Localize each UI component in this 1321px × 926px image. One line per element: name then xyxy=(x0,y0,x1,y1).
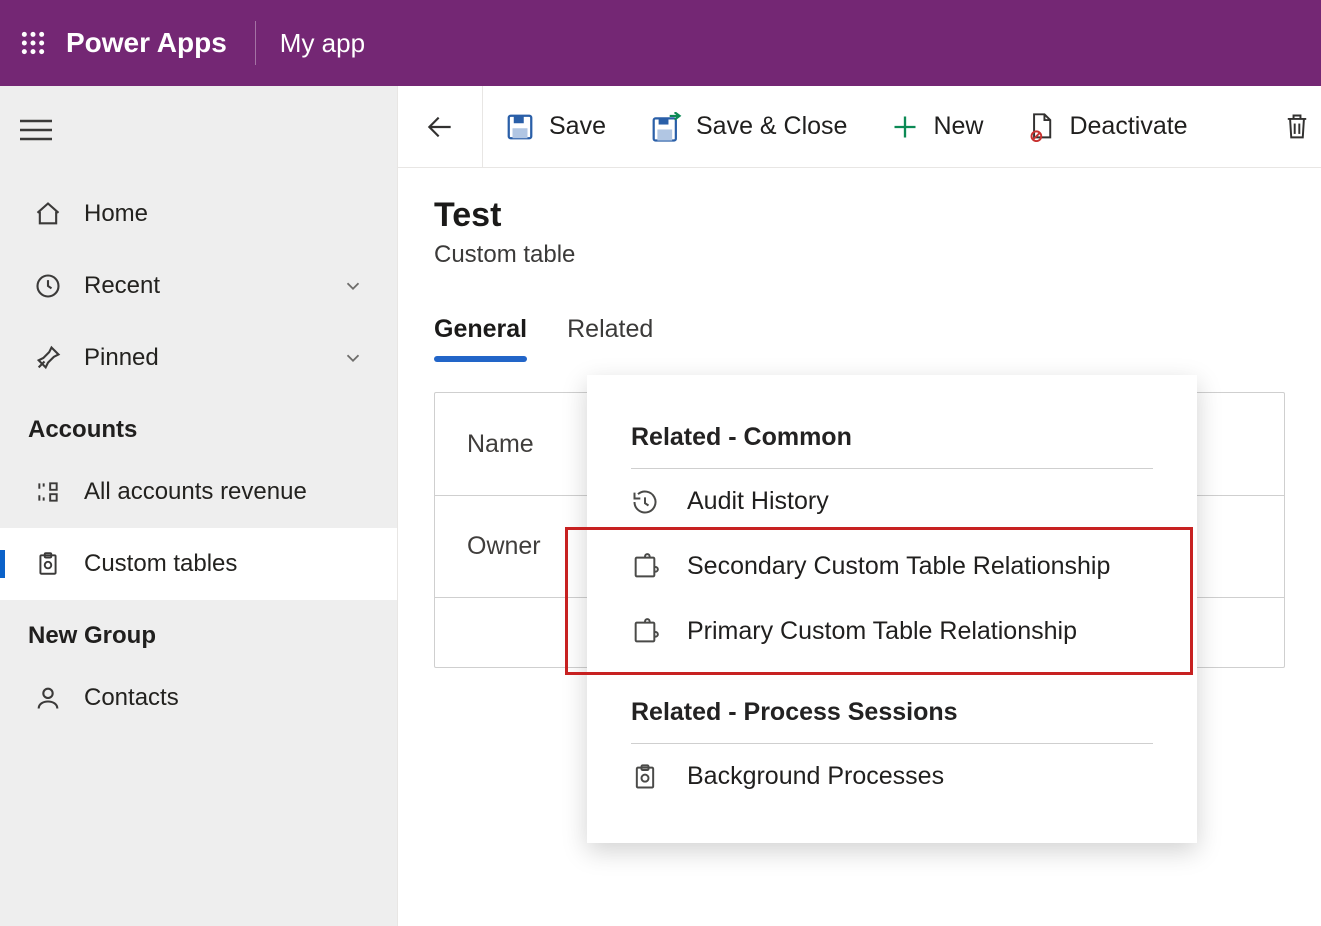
chevron-down-icon xyxy=(337,347,369,369)
field-label-owner: Owner xyxy=(467,532,541,561)
tab-strip: General Related xyxy=(434,309,1285,362)
nav-section-new-group: New Group xyxy=(0,600,397,662)
related-item-audit-history[interactable]: Audit History xyxy=(587,469,1197,534)
related-item-secondary-rel[interactable]: Secondary Custom Table Relationship xyxy=(587,534,1197,599)
new-button[interactable]: New xyxy=(869,86,1005,168)
dropdown-item-label: Audit History xyxy=(687,487,829,516)
chevron-down-icon xyxy=(337,275,369,297)
nav-label: All accounts revenue xyxy=(84,478,369,506)
body-layout: Home Recent Pinned xyxy=(0,86,1321,926)
dropdown-item-label: Secondary Custom Table Relationship xyxy=(687,552,1110,581)
nav-all-accounts-revenue[interactable]: All accounts revenue xyxy=(0,456,397,528)
nav-label: Pinned xyxy=(84,344,337,372)
deactivate-icon xyxy=(1027,112,1055,142)
back-arrow-icon xyxy=(424,111,456,143)
trash-icon xyxy=(1283,112,1311,142)
dropdown-item-label: Background Processes xyxy=(687,762,944,791)
app-root: Power Apps My app xyxy=(0,0,1321,926)
nav-pinned[interactable]: Pinned xyxy=(0,322,397,394)
related-group-process: Related - Process Sessions xyxy=(587,664,1197,743)
related-item-background-processes[interactable]: Background Processes xyxy=(587,744,1197,809)
chart-icon xyxy=(28,479,68,505)
related-group-common: Related - Common xyxy=(587,405,1197,468)
nav-contacts[interactable]: Contacts xyxy=(0,662,397,734)
top-app-bar: Power Apps My app xyxy=(0,0,1321,86)
environment-label: My app xyxy=(256,28,365,59)
save-icon xyxy=(505,112,535,142)
person-icon xyxy=(28,684,68,712)
delete-button[interactable] xyxy=(1261,86,1321,168)
related-item-primary-rel[interactable]: Primary Custom Table Relationship xyxy=(587,599,1197,664)
clock-icon xyxy=(28,272,68,300)
save-close-icon xyxy=(650,112,682,142)
puzzle-icon xyxy=(631,553,659,581)
dropdown-item-label: Primary Custom Table Relationship xyxy=(687,617,1077,646)
save-close-button[interactable]: Save & Close xyxy=(628,86,869,168)
related-dropdown: Related - Common Audit History Secondary… xyxy=(587,375,1197,843)
app-launcher-button[interactable] xyxy=(0,0,66,86)
deactivate-button[interactable]: Deactivate xyxy=(1005,86,1209,168)
page-body: Test Custom table General Related Name O… xyxy=(398,168,1321,696)
history-icon xyxy=(631,488,659,516)
clipboard-icon xyxy=(28,551,68,577)
sidebar: Home Recent Pinned xyxy=(0,86,398,926)
home-icon xyxy=(28,200,68,228)
puzzle-icon xyxy=(631,618,659,646)
form-panel: Name Owner Related - Common Audit Histor… xyxy=(434,392,1285,668)
page-subtitle: Custom table xyxy=(434,241,1285,269)
nav-custom-tables[interactable]: Custom tables xyxy=(0,528,397,600)
nav-label: Recent xyxy=(84,272,337,300)
nav-label: Custom tables xyxy=(84,550,369,578)
cmd-label: Deactivate xyxy=(1069,112,1187,141)
nav-label: Contacts xyxy=(84,684,369,712)
tab-general[interactable]: General xyxy=(434,309,527,362)
hamburger-icon xyxy=(20,119,52,141)
page-title: Test xyxy=(434,196,1285,235)
back-button[interactable] xyxy=(398,86,482,168)
nav-recent[interactable]: Recent xyxy=(0,250,397,322)
brand-label: Power Apps xyxy=(66,27,255,59)
cmd-label: Save xyxy=(549,112,606,141)
clipboard-gear-icon xyxy=(631,763,659,791)
command-bar: Save Save & Close New xyxy=(398,86,1321,168)
nav-section-accounts: Accounts xyxy=(0,394,397,456)
content-area: Save Save & Close New xyxy=(398,86,1321,926)
nav-home[interactable]: Home xyxy=(0,178,397,250)
save-button[interactable]: Save xyxy=(483,86,628,168)
cmd-label: Save & Close xyxy=(696,112,847,141)
cmd-label: New xyxy=(933,112,983,141)
sidebar-toggle-button[interactable] xyxy=(0,92,72,168)
primary-nav: Home Recent Pinned xyxy=(0,168,397,734)
pin-icon xyxy=(28,344,68,372)
field-label-name: Name xyxy=(467,430,534,459)
plus-icon xyxy=(891,113,919,141)
waffle-icon xyxy=(20,30,46,56)
nav-label: Home xyxy=(84,200,369,228)
tab-related[interactable]: Related xyxy=(567,309,653,362)
